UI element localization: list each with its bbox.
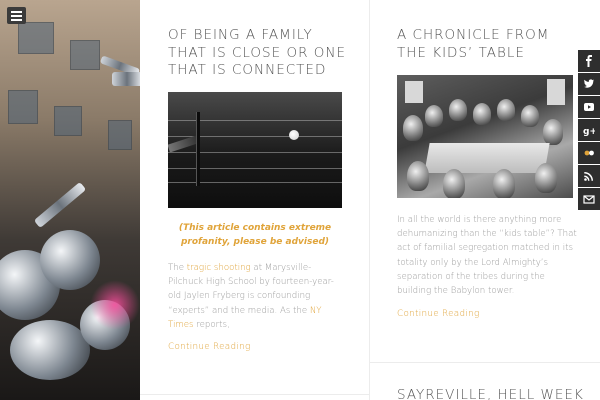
profanity-notice: (This article contains extreme profanity… [178,223,332,247]
motorcycle-part [33,181,87,229]
hero-image [0,0,140,400]
post-image[interactable] [168,92,342,208]
youtube-icon[interactable] [578,96,600,118]
post-card: Of being a family that is close or one t… [140,0,370,400]
building-window [108,120,132,150]
post-title[interactable]: Sayreville, Hell Week [397,387,584,400]
excerpt-text: The [168,263,187,273]
tragic-shooting-link[interactable]: tragic shooting [187,263,251,273]
svg-text:g+: g+ [583,127,595,136]
post-title[interactable]: A chronicle from the kids’ table [397,27,577,62]
social-bar: g+ [578,50,600,211]
email-icon[interactable] [578,188,600,210]
building-window [8,90,38,124]
building-window [54,106,82,136]
excerpt-text: reports, [196,319,230,330]
light-glow [90,280,140,330]
post-image[interactable] [397,75,573,198]
continue-reading-link[interactable]: Continue Reading [168,342,251,352]
flickr-icon[interactable] [578,142,600,164]
post-title[interactable]: Of being a family that is close or one t… [168,27,348,80]
rss-icon[interactable] [578,165,600,187]
building-window [18,22,54,54]
continue-reading-link[interactable]: Continue Reading [397,309,480,319]
building-window [70,40,100,70]
chrome-engine [40,230,100,290]
post-excerpt: In all the world is there anything more … [397,215,577,297]
divider [140,394,370,395]
google-plus-icon[interactable]: g+ [578,119,600,141]
menu-button[interactable] [7,7,26,24]
chrome-engine [10,320,90,380]
facebook-icon[interactable] [578,50,600,72]
divider [370,362,600,363]
post-excerpt: The tragic shooting at Marysville-Pilchu… [168,261,340,332]
motorcycle-mirror [112,72,140,86]
twitter-icon[interactable] [578,73,600,95]
post-card: A chronicle from the kids’ table In all … [370,0,578,400]
